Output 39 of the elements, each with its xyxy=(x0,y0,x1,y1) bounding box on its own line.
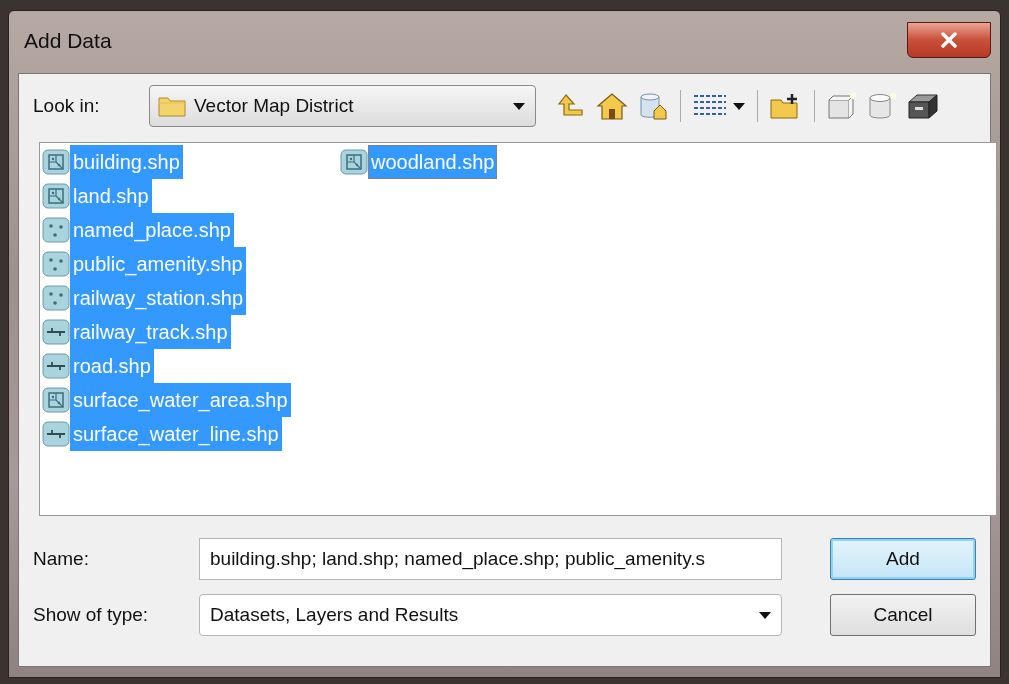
cancel-button[interactable]: Cancel xyxy=(830,594,976,636)
look-in-label: Look in: xyxy=(33,95,101,117)
add-button[interactable]: Add xyxy=(830,538,976,580)
line-layer-icon xyxy=(42,353,70,379)
window-title: Add Data xyxy=(24,29,112,53)
file-item[interactable]: railway_track.shp xyxy=(70,315,231,349)
toolbox-icon xyxy=(907,92,939,120)
close-button[interactable] xyxy=(907,22,991,58)
home-icon xyxy=(596,91,628,121)
caret-icon xyxy=(759,611,771,619)
cylinder-icon xyxy=(867,92,897,120)
polygon-layer-icon xyxy=(340,149,368,175)
file-item[interactable]: surface_water_area.shp xyxy=(70,383,291,417)
file-item[interactable]: surface_water_line.shp xyxy=(70,417,282,451)
database-icon xyxy=(638,91,668,121)
look-in-dropdown[interactable]: Vector Map District xyxy=(149,85,536,127)
point-layer-icon xyxy=(42,251,70,277)
file-item[interactable]: named_place.shp xyxy=(70,213,234,247)
type-dropdown[interactable]: Datasets, Layers and Results xyxy=(199,594,782,636)
polygon-layer-icon xyxy=(42,183,70,209)
type-label: Show of type: xyxy=(33,604,150,626)
file-item[interactable]: land.shp xyxy=(70,179,152,213)
folder-icon xyxy=(158,95,186,117)
caret-icon xyxy=(733,102,745,110)
name-input[interactable]: building.shp; land.shp; named_place.shp; public_amenity.s xyxy=(199,538,782,580)
file-item[interactable]: railway_station.shp xyxy=(70,281,247,315)
caret-icon xyxy=(513,102,525,110)
name-label: Name: xyxy=(33,548,90,570)
line-layer-icon xyxy=(42,319,70,345)
polygon-layer-icon xyxy=(42,387,70,413)
close-icon xyxy=(940,32,958,48)
file-item[interactable]: public_amenity.shp xyxy=(70,247,246,281)
file-item[interactable]: woodland.shp xyxy=(368,145,498,179)
line-layer-icon xyxy=(42,421,70,447)
point-layer-icon xyxy=(42,285,70,311)
file-item[interactable]: road.shp xyxy=(70,349,154,383)
point-layer-icon xyxy=(42,217,70,243)
file-item[interactable]: building.shp xyxy=(70,145,183,179)
polygon-layer-icon xyxy=(42,149,70,175)
